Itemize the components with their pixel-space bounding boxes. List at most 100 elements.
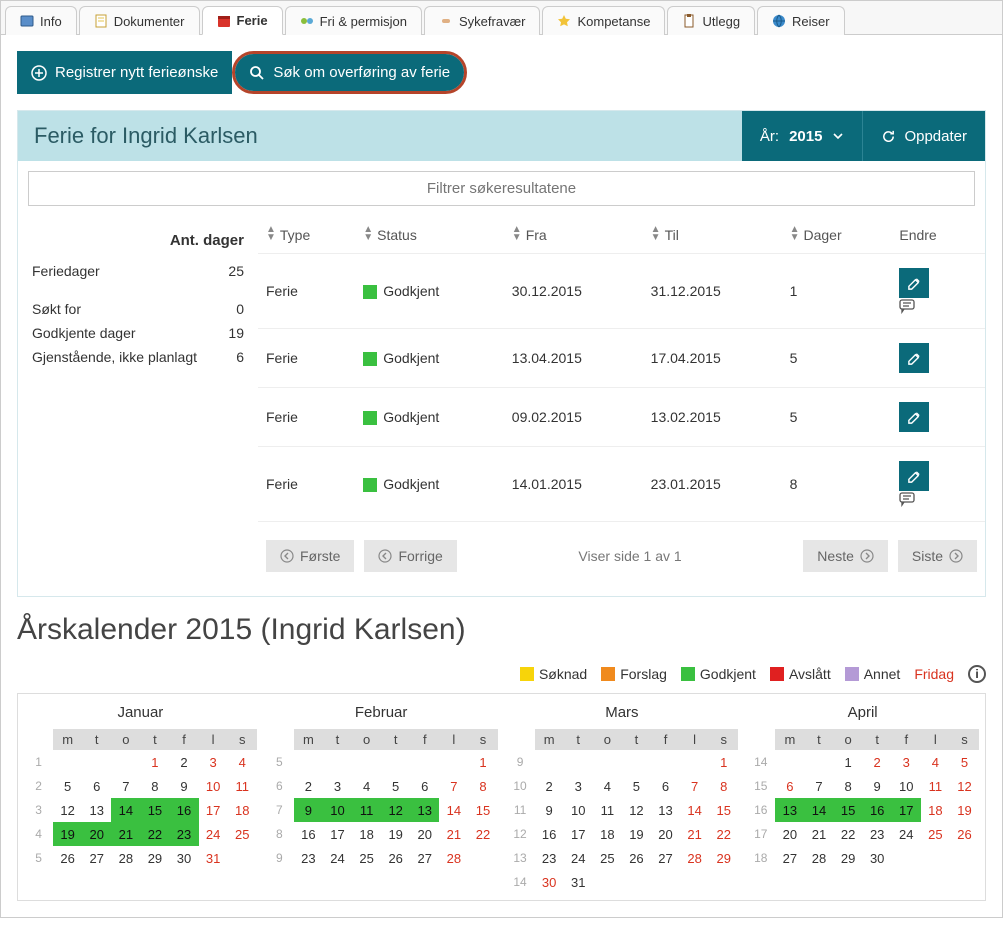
calendar-day[interactable]: 5 <box>381 774 410 798</box>
calendar-day[interactable]: 2 <box>294 774 323 798</box>
calendar-day[interactable]: 1 <box>834 750 863 774</box>
calendar-day[interactable]: 7 <box>439 774 468 798</box>
calendar-day[interactable]: 26 <box>622 846 651 870</box>
calendar-day[interactable]: 10 <box>199 774 228 798</box>
calendar-day[interactable]: 6 <box>775 774 804 798</box>
calendar-day[interactable]: 24 <box>323 846 352 870</box>
calendar-day[interactable]: 30 <box>169 846 198 870</box>
calendar-day[interactable]: 18 <box>921 798 950 822</box>
calendar-day[interactable]: 29 <box>140 846 169 870</box>
calendar-day[interactable]: 13 <box>775 798 804 822</box>
calendar-day[interactable]: 28 <box>804 846 833 870</box>
calendar-day[interactable]: 9 <box>169 774 198 798</box>
calendar-day[interactable]: 4 <box>921 750 950 774</box>
calendar-day[interactable]: 12 <box>53 798 82 822</box>
calendar-day[interactable]: 4 <box>352 774 381 798</box>
register-vacation-button[interactable]: Registrer nytt ferieønske <box>17 51 232 94</box>
calendar-day[interactable]: 15 <box>468 798 497 822</box>
calendar-day[interactable]: 30 <box>535 870 564 894</box>
calendar-day[interactable]: 16 <box>535 822 564 846</box>
calendar-day[interactable]: 2 <box>169 750 198 774</box>
col-dager[interactable]: ▲▼Dager <box>782 216 892 254</box>
calendar-day[interactable]: 20 <box>775 822 804 846</box>
calendar-day[interactable]: 20 <box>410 822 439 846</box>
calendar-day[interactable]: 11 <box>921 774 950 798</box>
calendar-day[interactable]: 17 <box>892 798 921 822</box>
calendar-day[interactable]: 14 <box>804 798 833 822</box>
calendar-day[interactable]: 21 <box>111 822 140 846</box>
info-icon[interactable]: i <box>968 665 986 683</box>
calendar-day[interactable]: 12 <box>950 774 979 798</box>
calendar-day[interactable]: 8 <box>709 774 738 798</box>
tab-sykefrav-r[interactable]: Sykefravær <box>424 6 540 35</box>
calendar-day[interactable]: 13 <box>82 798 111 822</box>
calendar-day[interactable]: 23 <box>535 846 564 870</box>
tab-info[interactable]: Info <box>5 6 77 35</box>
calendar-day[interactable]: 22 <box>140 822 169 846</box>
calendar-day[interactable]: 10 <box>323 798 352 822</box>
calendar-day[interactable]: 3 <box>564 774 593 798</box>
calendar-day[interactable]: 21 <box>804 822 833 846</box>
calendar-day[interactable]: 2 <box>535 774 564 798</box>
calendar-day[interactable]: 7 <box>680 774 709 798</box>
calendar-day[interactable]: 7 <box>804 774 833 798</box>
calendar-day[interactable]: 30 <box>863 846 892 870</box>
calendar-day[interactable]: 21 <box>680 822 709 846</box>
transfer-vacation-button[interactable]: Søk om overføring av ferie <box>235 54 464 91</box>
comment-icon[interactable] <box>899 298 977 314</box>
prev-page-button[interactable]: Forrige <box>364 540 456 572</box>
calendar-day[interactable]: 25 <box>228 822 257 846</box>
calendar-day[interactable]: 19 <box>950 798 979 822</box>
calendar-day[interactable]: 10 <box>564 798 593 822</box>
calendar-day[interactable]: 8 <box>140 774 169 798</box>
last-page-button[interactable]: Siste <box>898 540 977 572</box>
calendar-day[interactable]: 19 <box>622 822 651 846</box>
calendar-day[interactable]: 12 <box>622 798 651 822</box>
filter-input[interactable] <box>28 171 975 206</box>
calendar-day[interactable]: 17 <box>564 822 593 846</box>
calendar-day[interactable]: 27 <box>82 846 111 870</box>
calendar-day[interactable]: 11 <box>228 774 257 798</box>
calendar-day[interactable]: 29 <box>709 846 738 870</box>
calendar-day[interactable]: 5 <box>622 774 651 798</box>
calendar-day[interactable]: 11 <box>352 798 381 822</box>
calendar-day[interactable]: 2 <box>863 750 892 774</box>
calendar-day[interactable]: 23 <box>169 822 198 846</box>
calendar-day[interactable]: 20 <box>82 822 111 846</box>
calendar-day[interactable]: 20 <box>651 822 680 846</box>
calendar-day[interactable]: 5 <box>53 774 82 798</box>
calendar-day[interactable]: 21 <box>439 822 468 846</box>
calendar-day[interactable]: 14 <box>439 798 468 822</box>
calendar-day[interactable]: 6 <box>410 774 439 798</box>
calendar-day[interactable]: 4 <box>593 774 622 798</box>
calendar-day[interactable]: 15 <box>834 798 863 822</box>
tab-dokumenter[interactable]: Dokumenter <box>79 6 200 35</box>
calendar-day[interactable]: 29 <box>834 846 863 870</box>
calendar-day[interactable]: 19 <box>381 822 410 846</box>
calendar-day[interactable]: 16 <box>294 822 323 846</box>
calendar-day[interactable]: 8 <box>834 774 863 798</box>
year-select[interactable]: År: 2015 <box>742 111 863 161</box>
calendar-day[interactable]: 24 <box>892 822 921 846</box>
calendar-day[interactable]: 22 <box>468 822 497 846</box>
calendar-day[interactable]: 9 <box>535 798 564 822</box>
calendar-day[interactable]: 18 <box>352 822 381 846</box>
tab-kompetanse[interactable]: Kompetanse <box>542 6 665 35</box>
calendar-day[interactable]: 25 <box>593 846 622 870</box>
calendar-day[interactable]: 7 <box>111 774 140 798</box>
calendar-day[interactable]: 3 <box>323 774 352 798</box>
calendar-day[interactable]: 28 <box>439 846 468 870</box>
calendar-day[interactable]: 25 <box>921 822 950 846</box>
calendar-day[interactable]: 12 <box>381 798 410 822</box>
calendar-day[interactable]: 27 <box>775 846 804 870</box>
calendar-day[interactable]: 6 <box>651 774 680 798</box>
calendar-day[interactable]: 24 <box>199 822 228 846</box>
calendar-day[interactable]: 22 <box>834 822 863 846</box>
tab-utlegg[interactable]: Utlegg <box>667 6 755 35</box>
next-page-button[interactable]: Neste <box>803 540 888 572</box>
calendar-day[interactable]: 26 <box>53 846 82 870</box>
calendar-day[interactable]: 23 <box>294 846 323 870</box>
calendar-day[interactable]: 31 <box>199 846 228 870</box>
calendar-day[interactable]: 16 <box>169 798 198 822</box>
calendar-day[interactable]: 26 <box>381 846 410 870</box>
